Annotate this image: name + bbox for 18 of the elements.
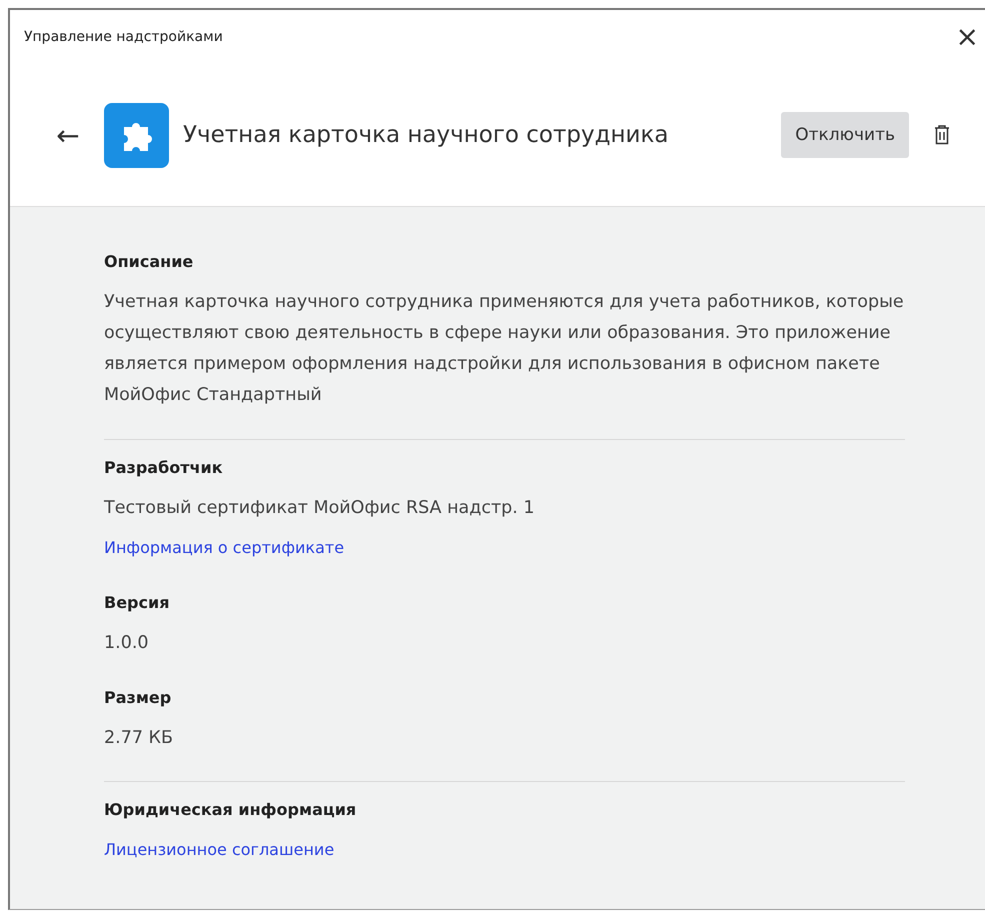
addon-title: Учетная карточка научного сотрудника xyxy=(183,122,670,148)
disable-button[interactable]: Отключить xyxy=(781,112,909,158)
puzzle-icon xyxy=(104,102,169,168)
section-heading: Юридическая информация xyxy=(104,799,358,821)
trash-icon[interactable] xyxy=(933,124,951,146)
field-value: 2.77 КБ xyxy=(104,727,174,750)
section-heading: Версия xyxy=(104,592,170,614)
description-text: Учетная карточка научного сотрудника применяются для учета работников, которые осуществляют свою деятельность в сфере науки или образования. Это приложение является примером оформления надстройки для использования в офисном пакете МойОфис Стандартный xyxy=(104,291,905,407)
section-heading: Разработчик xyxy=(104,457,224,479)
section-heading: Описание xyxy=(104,251,194,273)
section-heading: Размер xyxy=(104,687,172,709)
link[interactable]: Лицензионное соглашение xyxy=(104,835,334,865)
field-value: 1.0.0 xyxy=(104,632,150,655)
link[interactable]: Информация о сертификате xyxy=(104,533,344,563)
close-button[interactable]: × xyxy=(956,23,985,51)
window-title: Управление надстройками xyxy=(24,29,223,45)
back-button[interactable]: ← xyxy=(50,118,86,152)
field-value: Тестовый сертификат МойОфис RSA надстр. 1 xyxy=(104,497,536,520)
